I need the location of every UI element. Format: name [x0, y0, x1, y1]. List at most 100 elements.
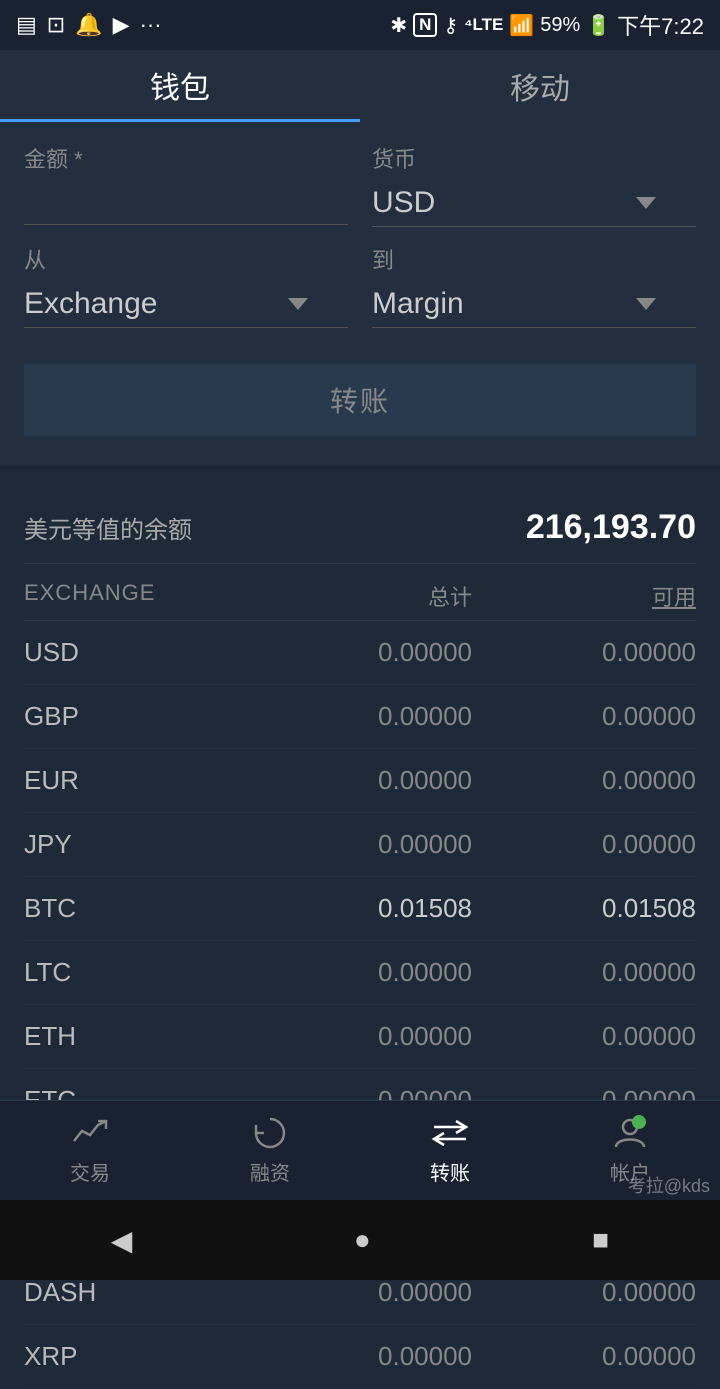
cell-currency-name: LTC — [24, 957, 248, 988]
cell-available: 0.00000 — [472, 829, 696, 860]
to-select[interactable]: Margin — [372, 281, 696, 328]
currency-label: 货币 — [372, 142, 696, 174]
nav-trade-label: 交易 — [70, 1157, 110, 1186]
tab-wallet-label: 钱包 — [150, 63, 210, 107]
cell-currency-name: BTC — [24, 893, 248, 924]
cell-available: 0.00000 — [472, 637, 696, 668]
from-select[interactable]: Exchange — [24, 281, 348, 328]
top-tab-bar: 钱包 移动 — [0, 50, 720, 122]
col-header-total: 总计 — [248, 580, 472, 612]
status-left-icons: ▤ ⊡ 🔔 ▶ ··· — [16, 12, 162, 38]
transfer-form: 金额 * 货币 USD 从 Exchange — [0, 122, 720, 468]
icon-bell: 🔔 — [75, 12, 102, 38]
cell-available: 0.00000 — [472, 1021, 696, 1052]
currency-value[interactable]: USD — [372, 180, 696, 226]
tab-mobile[interactable]: 移动 — [360, 50, 720, 122]
time-display: 下午7:22 — [617, 9, 704, 41]
cell-total: 0.00000 — [248, 765, 472, 796]
cell-total: 0.00000 — [248, 957, 472, 988]
transfer-button[interactable]: 转账 — [24, 364, 696, 436]
icon-more: ··· — [140, 12, 162, 38]
cell-available: 0.00000 — [472, 957, 696, 988]
tab-mobile-label: 移动 — [510, 64, 570, 108]
cell-currency-name: DASH — [24, 1277, 248, 1308]
currency-field: 货币 USD — [372, 142, 696, 227]
watermark: 考拉@kds — [628, 1172, 710, 1198]
balance-row: 美元等值的余额 216,193.70 — [24, 492, 696, 564]
home-button[interactable]: ● — [354, 1224, 371, 1256]
finance-icon — [250, 1115, 290, 1151]
to-chevron-down-icon — [636, 298, 656, 310]
account-online-dot — [632, 1115, 646, 1129]
cell-currency-name: USD — [24, 637, 248, 668]
from-value[interactable]: Exchange — [24, 281, 348, 327]
to-label: 到 — [372, 243, 696, 275]
table-row: BTC0.015080.01508 — [24, 877, 696, 941]
cell-total: 0.00000 — [248, 1341, 472, 1372]
table-row: EUR0.000000.00000 — [24, 749, 696, 813]
battery-text: 59% — [540, 14, 580, 37]
cell-currency-name: GBP — [24, 701, 248, 732]
icon-app1: ⊡ — [47, 12, 65, 38]
form-row-from-to: 从 Exchange 到 Margin — [24, 243, 696, 328]
cell-currency-name: JPY — [24, 829, 248, 860]
key-icon: ⚷ — [443, 13, 458, 38]
amount-field: 金额 * — [24, 142, 348, 227]
cell-total: 0.01508 — [248, 893, 472, 924]
nav-finance-label: 融资 — [250, 1157, 290, 1186]
cell-total: 0.00000 — [248, 829, 472, 860]
col-header-name: EXCHANGE — [24, 580, 248, 612]
battery-icon: 🔋 — [586, 13, 611, 38]
balance-value: 216,193.70 — [526, 508, 696, 547]
table-row: XRP0.000000.00000 — [24, 1325, 696, 1389]
table-row: ETH0.000000.00000 — [24, 1005, 696, 1069]
cell-total: 0.00000 — [248, 1021, 472, 1052]
cell-available: 0.00000 — [472, 765, 696, 796]
col-header-available: 可用 — [472, 580, 696, 612]
trade-icon — [70, 1115, 110, 1151]
transfer-icon — [430, 1115, 470, 1151]
currency-chevron-down-icon — [636, 197, 656, 209]
bluetooth-icon: ✱ — [390, 13, 407, 38]
recent-button[interactable]: ■ — [592, 1224, 609, 1256]
status-right-icons: ✱ N ⚷ ⁴LTE 📶 59% 🔋 下午7:22 — [390, 9, 704, 41]
tab-wallet[interactable]: 钱包 — [0, 50, 360, 122]
nav-item-transfer[interactable]: 转账 — [430, 1115, 470, 1186]
signal-icon: ⁴LTE — [464, 15, 503, 35]
from-chevron-down-icon — [288, 298, 308, 310]
cell-currency-name: XRP — [24, 1341, 248, 1372]
to-value[interactable]: Margin — [372, 281, 696, 327]
table-header: EXCHANGE 总计 可用 — [24, 564, 696, 621]
balance-section: 美元等值的余额 216,193.70 — [0, 468, 720, 564]
amount-input[interactable] — [24, 180, 348, 225]
currency-select[interactable]: USD — [372, 180, 696, 227]
icon-play: ▶ — [113, 12, 130, 38]
nav-transfer-label: 转账 — [430, 1157, 470, 1186]
cell-currency-name: EUR — [24, 765, 248, 796]
bottom-nav: 交易 融资 转账 帐户 — [0, 1100, 720, 1200]
cell-total: 0.00000 — [248, 701, 472, 732]
table-row: JPY0.000000.00000 — [24, 813, 696, 877]
cell-available: 0.00000 — [472, 1341, 696, 1372]
amount-label: 金额 * — [24, 142, 348, 174]
android-nav: ◀ ● ■ — [0, 1200, 720, 1280]
nav-item-finance[interactable]: 融资 — [250, 1115, 290, 1186]
nfc-icon: N — [413, 13, 437, 37]
table-row: USD0.000000.00000 — [24, 621, 696, 685]
balance-label: 美元等值的余额 — [24, 510, 192, 545]
cell-currency-name: ETH — [24, 1021, 248, 1052]
form-row-amount-currency: 金额 * 货币 USD — [24, 142, 696, 227]
table-row: GBP0.000000.00000 — [24, 685, 696, 749]
cell-total: 0.00000 — [248, 637, 472, 668]
from-field: 从 Exchange — [24, 243, 348, 328]
cell-available: 0.01508 — [472, 893, 696, 924]
nav-item-trade[interactable]: 交易 — [70, 1115, 110, 1186]
cell-available: 0.00000 — [472, 1277, 696, 1308]
to-field: 到 Margin — [372, 243, 696, 328]
cell-total: 0.00000 — [248, 1277, 472, 1308]
from-label: 从 — [24, 243, 348, 275]
signal-bars: 📶 — [509, 13, 534, 38]
icon-menu: ▤ — [16, 12, 37, 38]
cell-available: 0.00000 — [472, 701, 696, 732]
back-button[interactable]: ◀ — [111, 1224, 133, 1257]
